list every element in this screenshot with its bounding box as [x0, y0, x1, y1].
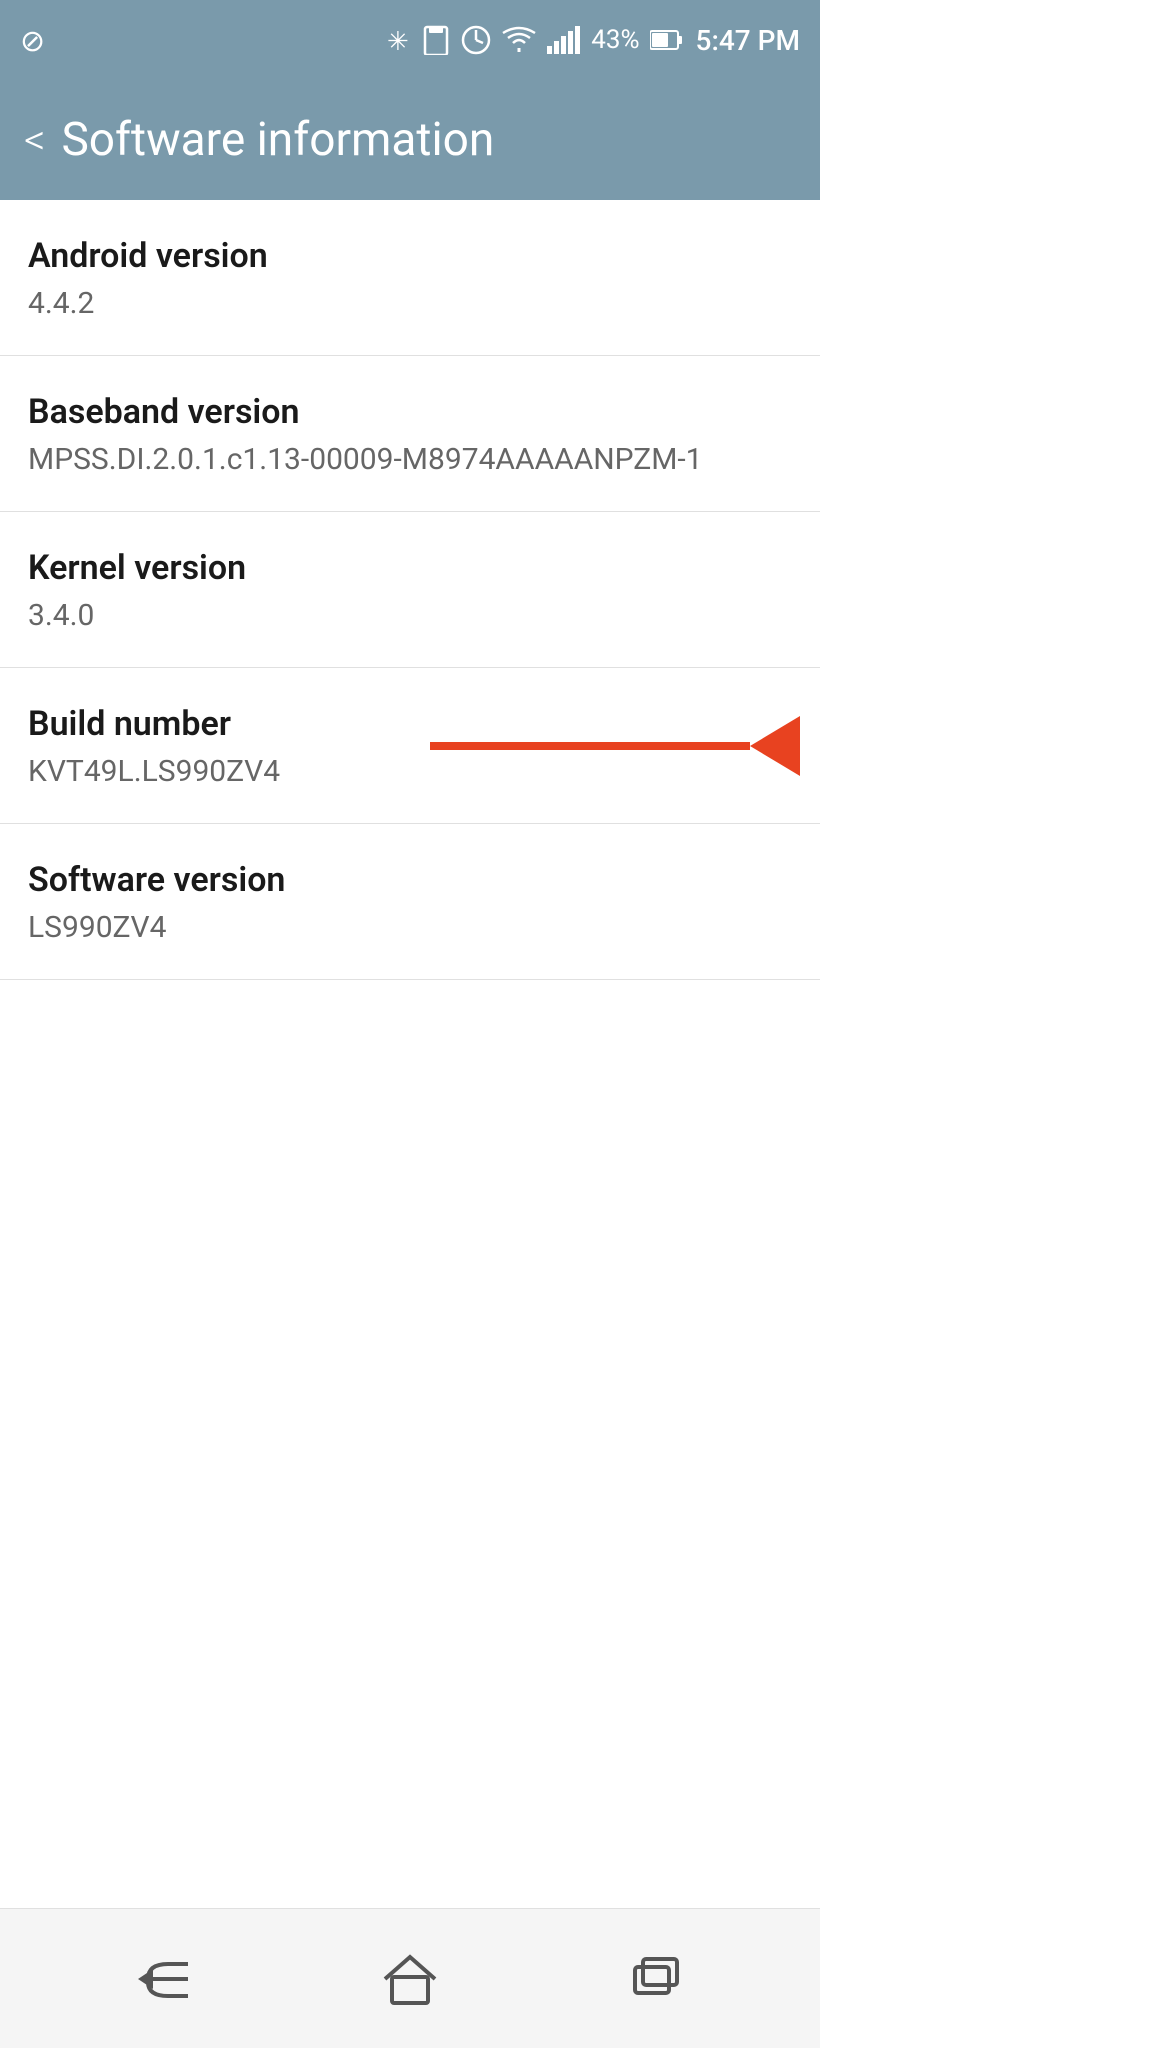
nav-back-button[interactable]: [113, 1939, 213, 2019]
kernel-version-row: Kernel version 3.4.0: [0, 512, 820, 668]
software-version-row: Software version LS990ZV4: [0, 824, 820, 980]
recent-nav-icon: [627, 1949, 687, 2009]
nav-home-button[interactable]: [360, 1939, 460, 2019]
clock-icon: [461, 25, 491, 55]
android-version-value: 4.4.2: [28, 286, 792, 321]
wifi-slash-icon: ⊘: [20, 23, 58, 57]
status-right-icons: ✳ 43%: [387, 24, 800, 57]
status-left-icons: ⊘: [20, 23, 58, 57]
status-time: 5:47 PM: [696, 24, 800, 57]
battery-percent: 43%: [591, 25, 639, 55]
kernel-version-label: Kernel version: [28, 548, 792, 588]
back-button[interactable]: <: [24, 116, 45, 165]
arrow-annotation: [430, 716, 800, 776]
status-bar: ⊘ ✳: [0, 0, 820, 80]
phone-icon: [421, 25, 451, 55]
nav-recent-button[interactable]: [607, 1939, 707, 2019]
content-area: Android version 4.4.2 Baseband version M…: [0, 200, 820, 1908]
page-title: Software information: [61, 113, 494, 167]
battery-icon: [650, 29, 682, 51]
kernel-version-value: 3.4.0: [28, 598, 792, 633]
baseband-version-value: MPSS.DI.2.0.1.c1.13-00009-M8974AAAAANPZM…: [28, 442, 792, 477]
software-version-label: Software version: [28, 860, 792, 900]
arrow-head: [750, 716, 800, 776]
bottom-nav: [0, 1908, 820, 2048]
build-number-row: Build number KVT49L.LS990ZV4: [0, 668, 820, 824]
wifi-icon: [501, 26, 537, 54]
android-version-label: Android version: [28, 236, 792, 276]
software-version-value: LS990ZV4: [28, 910, 792, 945]
svg-text:⊘: ⊘: [20, 24, 45, 57]
signal-icon: [547, 26, 581, 54]
svg-text:✳: ✳: [387, 27, 409, 56]
bluetooth-icon: ✳: [387, 24, 411, 56]
baseband-version-label: Baseband version: [28, 392, 792, 432]
page-header[interactable]: < Software information: [0, 80, 820, 200]
home-nav-icon: [380, 1949, 440, 2009]
arrow-line: [430, 742, 750, 750]
baseband-version-row: Baseband version MPSS.DI.2.0.1.c1.13-000…: [0, 356, 820, 512]
back-nav-icon: [128, 1954, 198, 2004]
android-version-row: Android version 4.4.2: [0, 200, 820, 356]
